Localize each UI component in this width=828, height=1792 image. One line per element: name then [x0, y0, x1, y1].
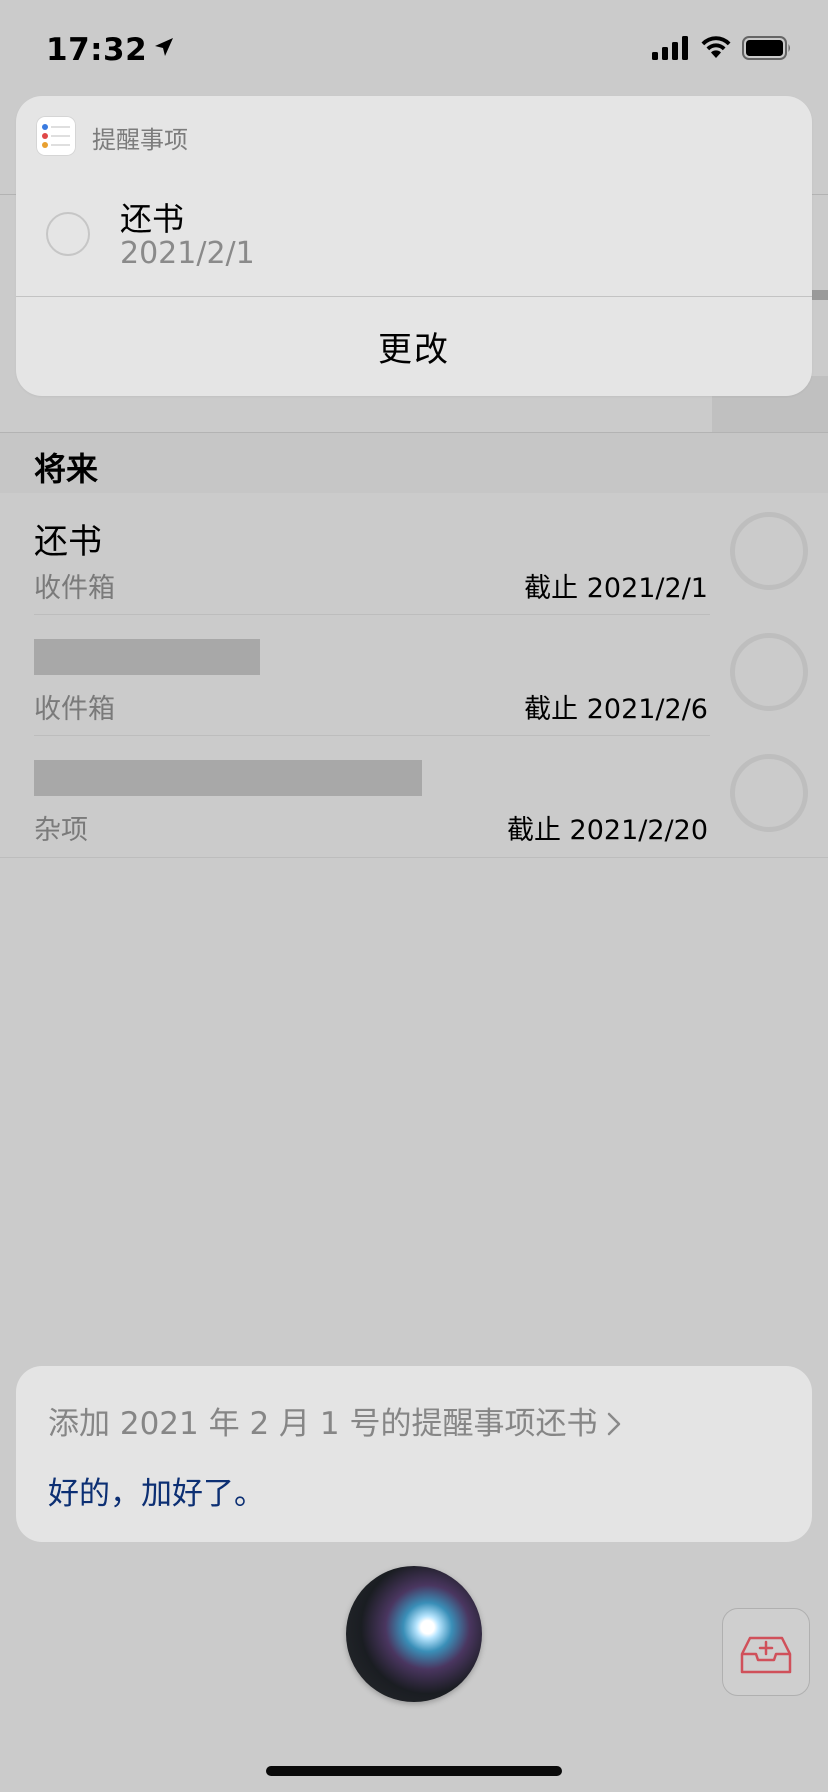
siri-reminder-card: 提醒事项 还书 2021/2/1 更改	[16, 96, 812, 396]
redacted-title	[34, 639, 260, 675]
reminder-complete-toggle[interactable]	[730, 633, 808, 711]
battery-icon	[742, 36, 790, 60]
reminder-title: 还书	[34, 522, 102, 562]
wifi-icon	[701, 36, 731, 58]
reminder-due-date: 截止 2021/2/1	[524, 573, 708, 604]
siri-orb-icon[interactable]	[346, 1566, 482, 1702]
inbox-add-icon	[740, 1636, 791, 1673]
list-item[interactable]: 还书 收件箱 截止 2021/2/1	[0, 494, 828, 615]
redacted-title	[34, 760, 422, 796]
section-title: 将来	[34, 450, 99, 488]
siri-response-card: 添加 2021 年 2 月 1 号的提醒事项还书 好的，加好了。	[16, 1366, 812, 1542]
reminder-title: 还书	[120, 200, 185, 238]
status-time-text: 17:32	[46, 32, 148, 68]
underlying-scroll-indicator	[812, 290, 828, 300]
siri-query-text: 添加 2021 年 2 月 1 号的提醒事项还书	[48, 1406, 598, 1442]
reminder-list-name: 杂项	[34, 815, 88, 846]
list-item[interactable]: 收件箱 截止 2021/2/6	[0, 615, 828, 736]
reminder-date: 2021/2/1	[120, 236, 255, 271]
row-divider	[0, 857, 828, 858]
reminder-list-name: 收件箱	[34, 694, 115, 725]
list-item[interactable]: 杂项 截止 2021/2/20	[0, 736, 828, 858]
reminder-complete-toggle[interactable]	[46, 212, 90, 256]
reminder-list-name: 收件箱	[34, 573, 115, 604]
siri-reply: 好的，加好了。	[48, 1476, 265, 1512]
chevron-right-icon	[605, 1406, 623, 1442]
reminders-app-icon	[36, 116, 76, 156]
reminder-due-date: 截止 2021/2/20	[506, 815, 708, 846]
section-header	[0, 433, 828, 493]
reminder-complete-toggle[interactable]	[730, 754, 808, 832]
cellular-signal-icon	[652, 36, 688, 60]
change-button[interactable]: 更改	[16, 297, 812, 396]
home-indicator[interactable]	[266, 1766, 562, 1776]
siri-query[interactable]: 添加 2021 年 2 月 1 号的提醒事项还书	[48, 1398, 623, 1443]
app-name: 提醒事项	[92, 126, 188, 154]
status-time: 17:32	[46, 30, 175, 68]
reminder-complete-toggle[interactable]	[730, 512, 808, 590]
inbox-add-button[interactable]	[722, 1608, 810, 1696]
location-arrow-icon	[153, 30, 175, 66]
reminder-due-date: 截止 2021/2/6	[524, 694, 708, 725]
